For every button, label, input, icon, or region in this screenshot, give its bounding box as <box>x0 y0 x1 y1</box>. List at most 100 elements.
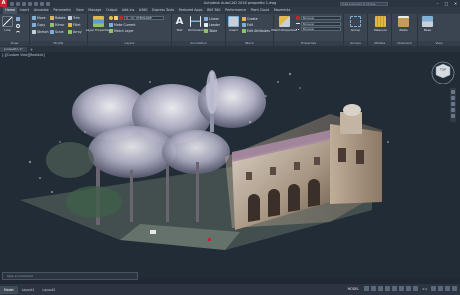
pan-icon[interactable] <box>451 96 455 100</box>
ribbon-tab-home[interactable]: Home <box>3 7 18 14</box>
circle-tool[interactable] <box>16 24 20 28</box>
mirror-label: Mirror <box>55 23 65 27</box>
ribbon-tab-featured-apps[interactable]: Featured Apps <box>176 7 204 14</box>
linetype-dropdown[interactable]: ByLayer <box>301 27 341 31</box>
ribbon-tab-mavericks[interactable]: Mavericks <box>272 7 293 14</box>
array-tool[interactable]: Array <box>68 30 86 34</box>
groups-panel: Group Groups <box>344 14 368 46</box>
search-input[interactable]: Type a keyword or phrase <box>340 1 388 6</box>
zoom-icon[interactable] <box>451 102 455 106</box>
ribbon-tab-parametric[interactable]: Parametric <box>51 7 73 14</box>
dimension-button[interactable]: Dimension <box>188 16 204 32</box>
ribbon-tab-express-tools[interactable]: Express Tools <box>150 7 177 14</box>
osnap-icon[interactable] <box>392 286 398 291</box>
fullscreen-icon[interactable] <box>445 286 450 291</box>
ribbon-tab-output[interactable]: Output <box>104 7 120 14</box>
open-icon[interactable] <box>16 1 20 6</box>
edit-attributes-button[interactable]: Edit Attributes <box>242 29 270 33</box>
rotate-tool[interactable]: Rotate <box>50 16 68 20</box>
car-shape <box>150 230 156 234</box>
workspace-gear-icon[interactable] <box>431 286 436 291</box>
mirror-tool[interactable]: Mirror <box>50 23 68 27</box>
undo-icon[interactable] <box>40 1 44 6</box>
leader-button[interactable]: Leader <box>204 23 220 27</box>
match-layer-button[interactable]: Match Layer <box>109 29 134 33</box>
linear-button[interactable]: Linear <box>204 17 219 21</box>
minimize-button[interactable]: – <box>435 1 440 6</box>
match-properties-button[interactable]: Match Properties <box>271 16 297 32</box>
fillet-tool[interactable]: Fillet <box>68 23 86 27</box>
layer-color-icon[interactable] <box>119 16 123 20</box>
otrack-icon[interactable] <box>399 286 405 291</box>
annotation-scale[interactable]: 1:1 <box>422 287 427 291</box>
model-viewport[interactable]: [-][Custom View][Realistic] TOP <box>0 52 460 278</box>
lineweight-toggle-icon[interactable] <box>406 286 412 291</box>
stretch-tool[interactable]: Stretch <box>32 30 50 34</box>
table-button[interactable]: Table <box>204 29 217 33</box>
color-dropdown[interactable]: ByLayer <box>301 16 341 20</box>
steering-wheel-icon[interactable] <box>451 90 455 94</box>
scale-tool[interactable]: Scale <box>50 30 68 34</box>
isolate-objects-icon[interactable] <box>438 286 443 291</box>
base-view-button[interactable]: Base <box>422 16 433 32</box>
layer-freeze-icon[interactable] <box>114 16 118 20</box>
snap-icon[interactable] <box>371 286 377 291</box>
polar-icon[interactable] <box>385 286 391 291</box>
ribbon-tab-performance[interactable]: Performance <box>223 7 249 14</box>
redo-icon[interactable] <box>46 1 50 6</box>
layout-tab-model[interactable]: Model <box>0 285 18 294</box>
group-button[interactable]: Group <box>350 16 361 32</box>
annotation-visibility-icon[interactable] <box>413 286 419 291</box>
copy-tool[interactable]: Copy <box>32 23 50 27</box>
create-block-button[interactable]: Create <box>242 17 258 21</box>
orbit-icon[interactable] <box>451 108 455 112</box>
model-space-label[interactable]: MODEL <box>348 287 360 291</box>
ribbon-tab-manage[interactable]: Manage <box>86 7 104 14</box>
edit-block-label: Edit <box>247 23 254 27</box>
ribbon-tab-view[interactable]: View <box>74 7 86 14</box>
ortho-icon[interactable] <box>378 286 384 291</box>
trim-tool[interactable]: Trim <box>68 16 86 20</box>
viewcube[interactable]: TOP <box>430 58 456 84</box>
insert-button[interactable]: Insert <box>228 16 239 32</box>
point-cloud-scene[interactable] <box>0 52 460 278</box>
maximize-button[interactable]: □ <box>444 1 449 6</box>
print-icon[interactable] <box>34 1 38 6</box>
save-as-icon[interactable] <box>28 1 32 6</box>
grid-icon[interactable] <box>364 286 370 291</box>
layer-properties-button[interactable]: Layer Properties <box>86 16 110 32</box>
layer-dropdown[interactable]: 0 - CC_UTENSARIE <box>124 16 164 20</box>
make-current-button[interactable]: Make Current <box>109 23 135 27</box>
ribbon-tab-bim-360[interactable]: BIM 360 <box>205 7 223 14</box>
arc-tool[interactable] <box>16 31 20 35</box>
save-icon[interactable] <box>22 1 26 6</box>
measure-button[interactable]: Measure <box>374 16 387 32</box>
ribbon-tab-add-ins[interactable]: Add-ins <box>120 7 137 14</box>
layer-on-icon[interactable] <box>109 16 113 20</box>
measure-label: Measure <box>374 28 387 32</box>
polyline-tool[interactable] <box>16 17 20 21</box>
ribbon-tab-a360[interactable]: A360 <box>137 7 150 14</box>
ribbon-tab-point-cloud[interactable]: Point Cloud <box>248 7 271 14</box>
line-tool[interactable]: Line <box>2 16 13 32</box>
viewport-label[interactable]: [-][Custom View][Realistic] <box>2 53 45 57</box>
move-tool[interactable]: Move <box>32 16 50 20</box>
paste-label: Paste <box>399 28 408 32</box>
autocad-logo-icon[interactable]: A <box>0 0 7 7</box>
layout-tab-layout1[interactable]: Layout1 <box>18 286 39 294</box>
paste-button[interactable]: Paste <box>398 16 409 32</box>
lineweight-dropdown[interactable]: ByLayer <box>301 21 341 26</box>
new-icon[interactable] <box>10 1 14 6</box>
command-line-input[interactable]: Type a command <box>2 272 138 280</box>
customize-menu-icon[interactable] <box>452 286 457 291</box>
viewcube-face-label: TOP <box>439 68 446 72</box>
showmotion-icon[interactable] <box>451 114 455 118</box>
make-current-icon <box>109 23 113 27</box>
ribbon-tab-annotate[interactable]: Annotate <box>31 7 51 14</box>
text-button[interactable]: A Text <box>174 16 185 32</box>
ribbon-tab-insert[interactable]: Insert <box>17 7 31 14</box>
table-icon <box>204 29 208 33</box>
layout-tab-layout2[interactable]: Layout2 <box>38 286 59 294</box>
edit-block-button[interactable]: Edit <box>242 23 253 27</box>
close-button[interactable]: ✕ <box>453 1 458 6</box>
